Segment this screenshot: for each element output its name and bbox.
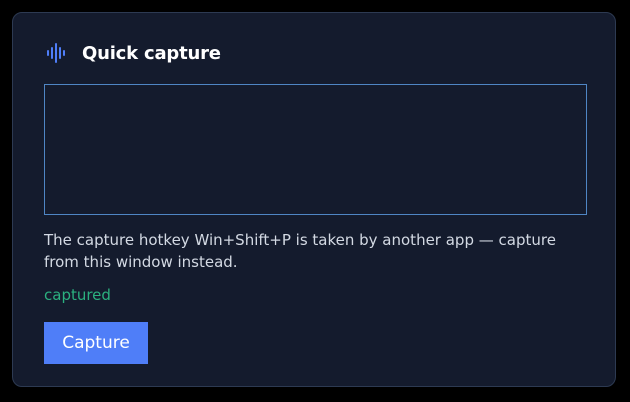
panel-title: Quick capture	[82, 42, 221, 64]
panel-header: Quick capture	[46, 41, 221, 65]
capture-button[interactable]: Capture	[44, 322, 148, 364]
audio-waveform-icon	[46, 42, 68, 64]
capture-status: captured	[44, 286, 111, 304]
capture-text-input[interactable]	[44, 84, 587, 215]
hotkey-conflict-message: The capture hotkey Win+Shift+P is taken …	[44, 231, 556, 271]
quick-capture-panel: Quick capture The capture hotkey Win+Shi…	[12, 12, 616, 387]
